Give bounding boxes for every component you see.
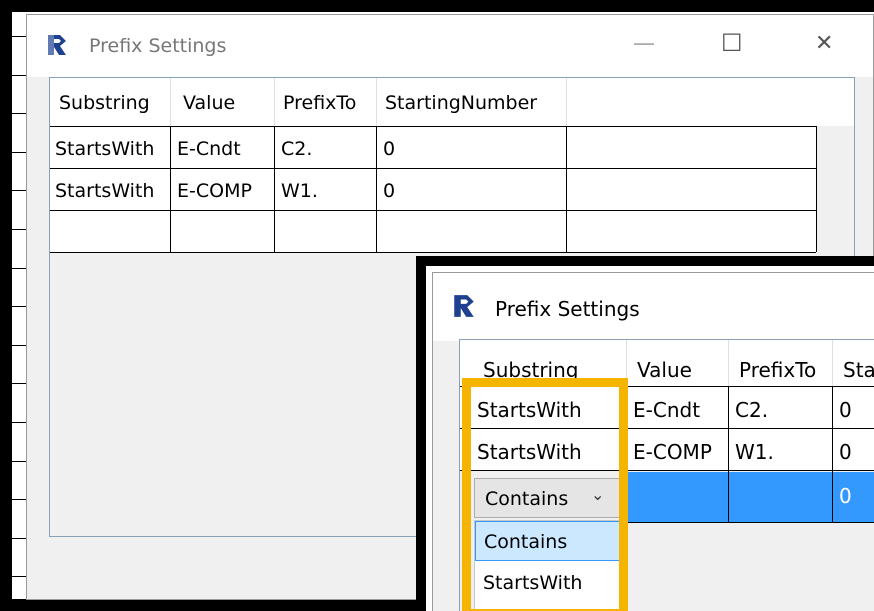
cell-startingnumber[interactable]: 0 <box>834 400 852 420</box>
highlight-box <box>462 378 628 611</box>
column-divider <box>376 126 377 252</box>
cell-value[interactable]: E-Cndt <box>172 140 241 159</box>
tick <box>12 576 26 577</box>
column-divider <box>816 126 817 252</box>
tick <box>12 152 26 153</box>
column-divider <box>566 126 567 252</box>
maximize-icon[interactable]: ☐ <box>721 29 743 57</box>
cell-value[interactable]: E-COMP <box>628 442 712 462</box>
cell-prefixto[interactable]: C2. <box>276 140 312 159</box>
header-divider <box>566 78 567 126</box>
revit-app-icon <box>451 293 477 319</box>
tick <box>12 461 26 462</box>
header-divider <box>376 78 377 126</box>
column-header-substring[interactable]: Substring <box>54 94 150 113</box>
column-header-substring[interactable]: Substring <box>478 360 578 380</box>
row-divider <box>626 522 874 523</box>
tick <box>12 75 26 76</box>
cell-startingnumber[interactable]: 0 <box>378 140 395 159</box>
tick <box>12 345 26 346</box>
tick <box>12 229 26 230</box>
cell-substring[interactable]: StartsWith <box>50 182 154 201</box>
back-grid-body <box>50 126 816 252</box>
tick <box>12 190 26 191</box>
tick <box>12 113 26 114</box>
header-divider <box>274 78 275 126</box>
tick <box>12 268 26 269</box>
row-divider <box>50 168 816 169</box>
tick <box>12 422 26 423</box>
column-divider <box>728 386 729 522</box>
header-divider <box>832 340 833 386</box>
tick <box>12 383 26 384</box>
column-header-value[interactable]: Value <box>178 94 235 113</box>
tick <box>12 538 26 539</box>
cell-prefixto[interactable]: W1. <box>730 442 774 462</box>
column-header-startingnumber[interactable]: StartingNumber <box>380 94 537 113</box>
cell-startingnumber[interactable]: 0 <box>834 486 852 506</box>
cell-startingnumber[interactable]: 0 <box>378 182 395 201</box>
column-header-value[interactable]: Value <box>632 360 692 380</box>
front-window-title: Prefix Settings <box>495 297 640 321</box>
row-divider <box>50 210 816 211</box>
cell-prefixto[interactable]: C2. <box>730 400 768 420</box>
tick <box>12 36 26 37</box>
back-titlebar[interactable]: Prefix Settings — ☐ ✕ <box>27 15 873 77</box>
row-divider <box>50 126 816 127</box>
row-divider <box>50 252 816 253</box>
front-titlebar[interactable]: Prefix Settings <box>433 273 874 341</box>
cell-substring[interactable]: StartsWith <box>50 140 154 159</box>
tick <box>12 306 26 307</box>
cell-startingnumber[interactable]: 0 <box>834 442 852 462</box>
close-icon[interactable]: ✕ <box>815 31 833 56</box>
minimize-icon[interactable]: — <box>633 31 655 56</box>
back-window-title: Prefix Settings <box>89 35 227 57</box>
cell-value[interactable]: E-COMP <box>172 182 252 201</box>
column-divider <box>274 126 275 252</box>
revit-app-icon <box>45 33 69 57</box>
cell-value[interactable]: E-Cndt <box>628 400 700 420</box>
column-header-startingnumber[interactable]: Sta <box>838 360 874 380</box>
header-divider <box>728 340 729 386</box>
tick <box>12 499 26 500</box>
header-divider <box>170 78 171 126</box>
column-divider <box>832 386 833 522</box>
frame-ticks <box>0 0 26 611</box>
column-divider <box>170 126 171 252</box>
column-header-prefixto[interactable]: PrefixTo <box>278 94 356 113</box>
cell-prefixto[interactable]: W1. <box>276 182 318 201</box>
column-header-prefixto[interactable]: PrefixTo <box>734 360 816 380</box>
